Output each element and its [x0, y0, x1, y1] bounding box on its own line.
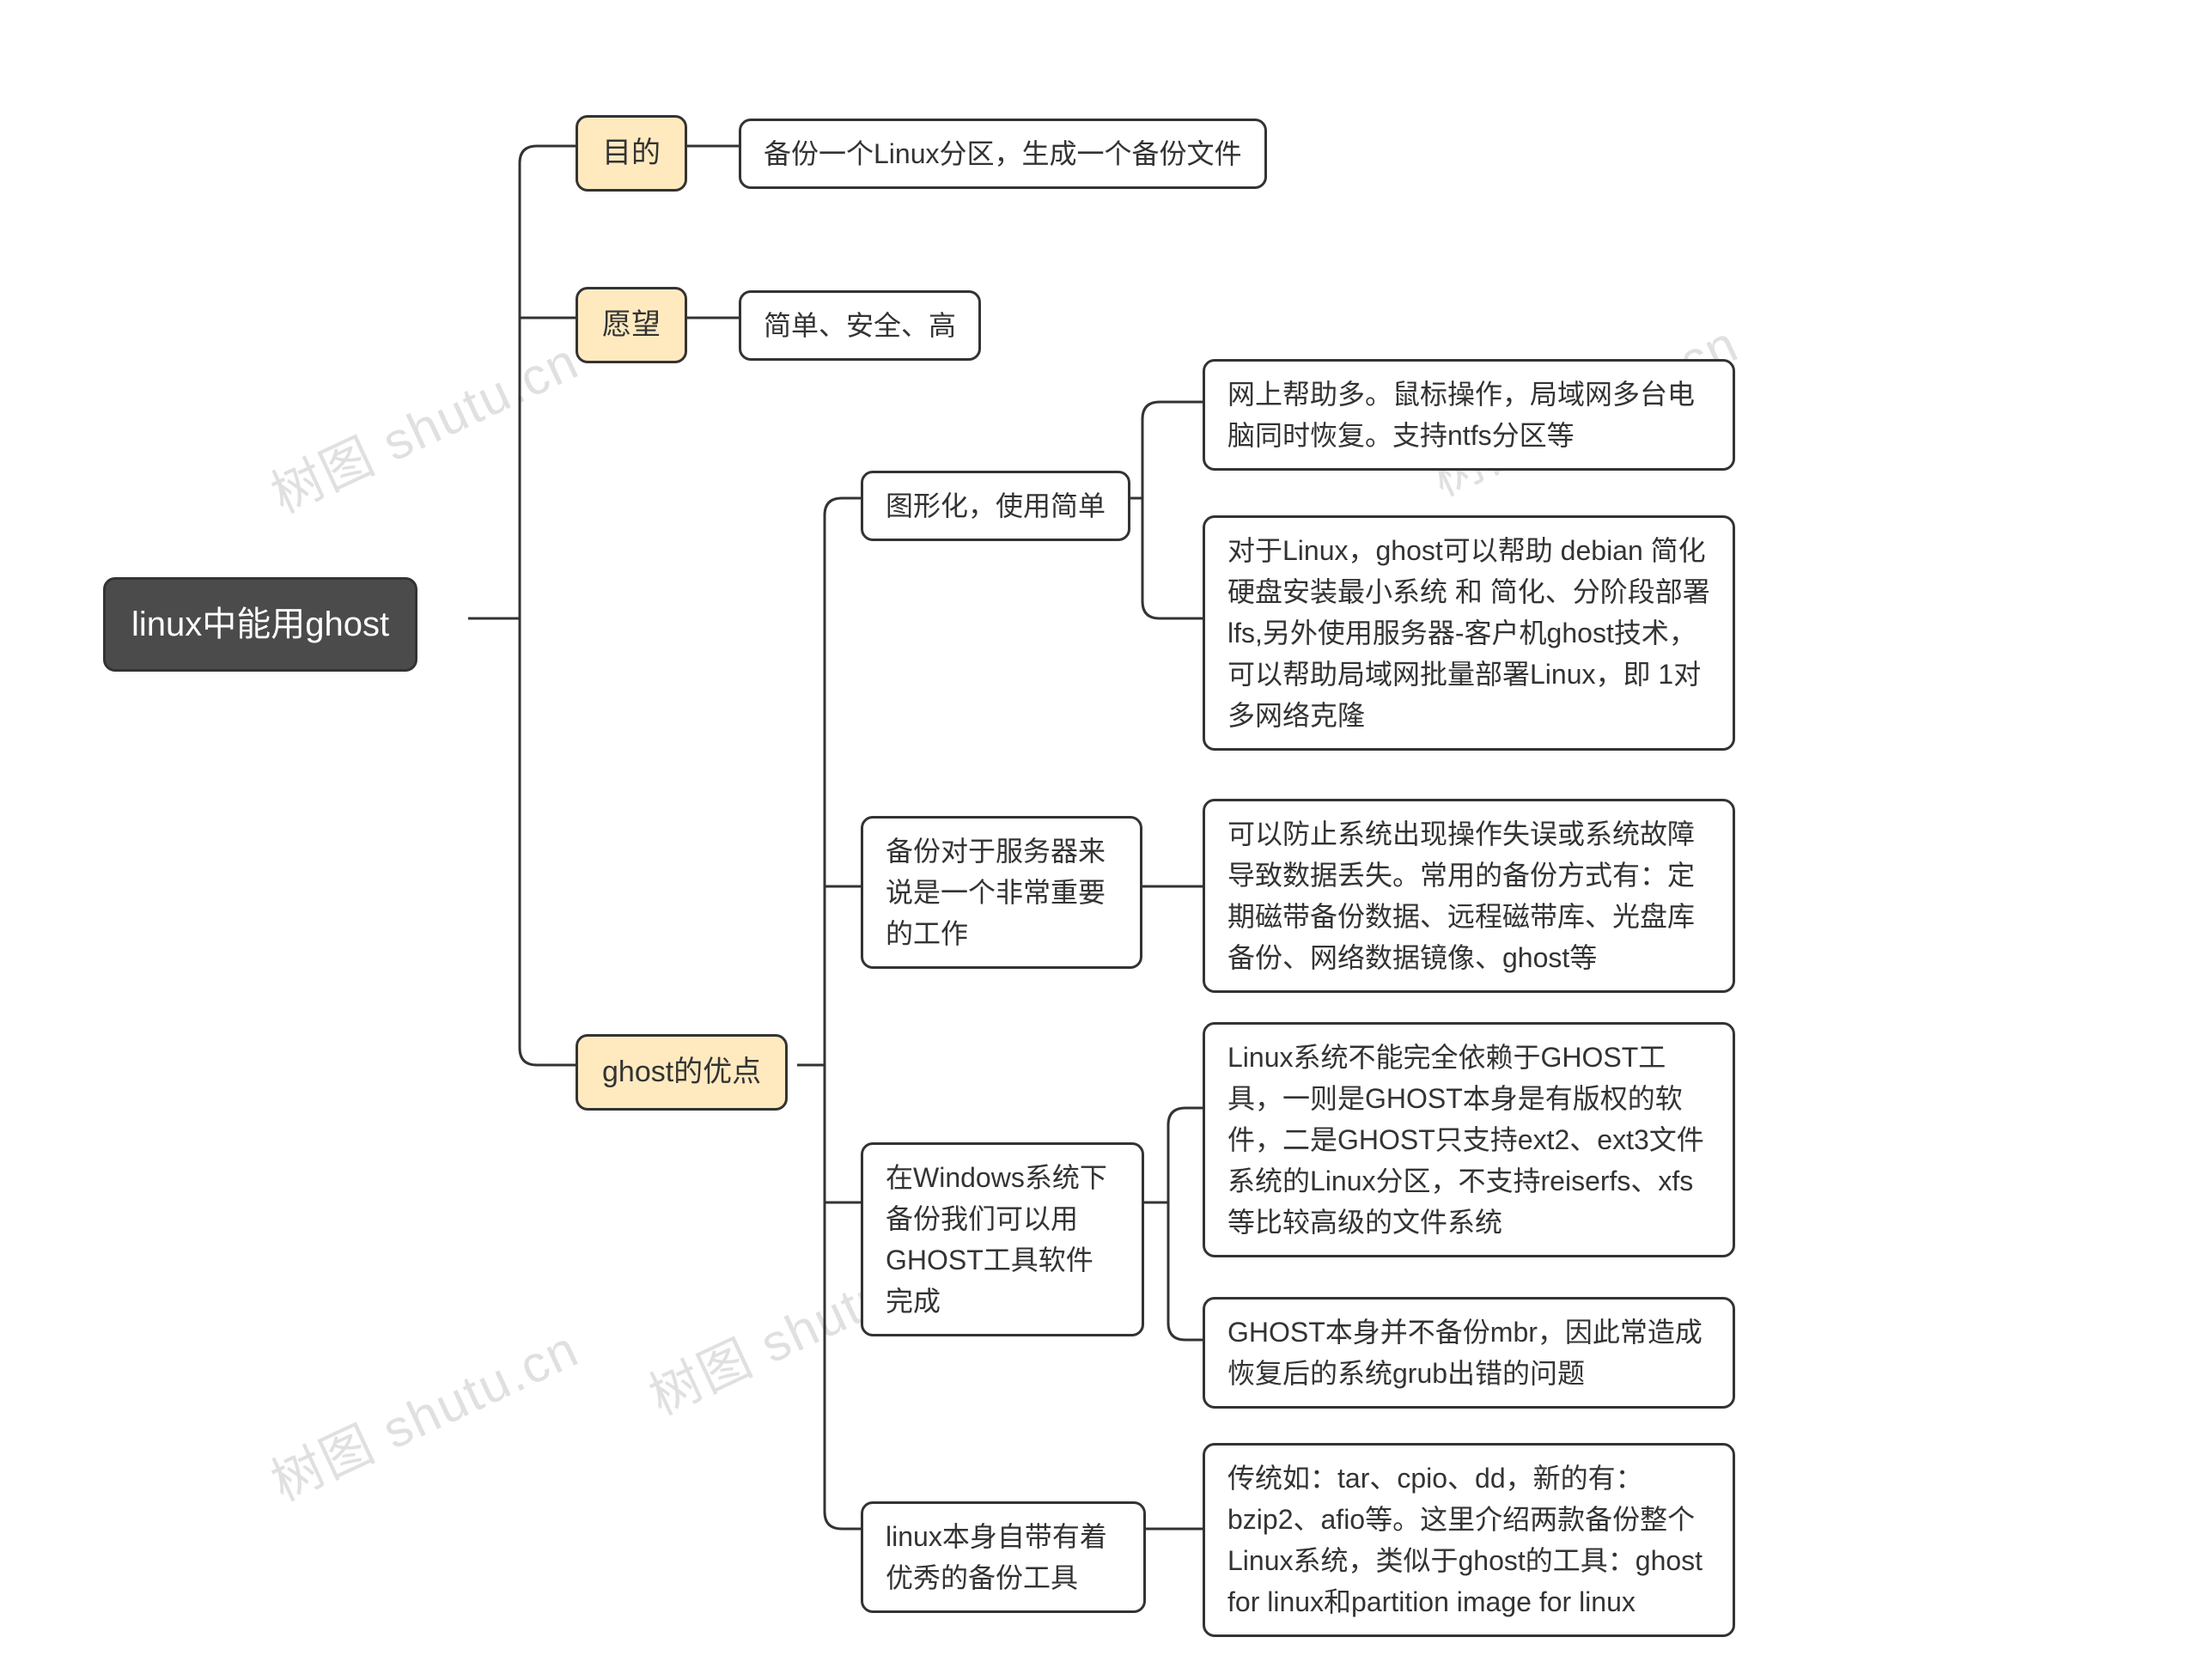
- node-linux-builtin[interactable]: linux本身自带有着优秀的备份工具: [861, 1501, 1146, 1613]
- branch-ghost-advantage[interactable]: ghost的优点: [576, 1034, 788, 1111]
- branch-purpose[interactable]: 目的: [576, 115, 687, 192]
- leaf-linux-builtin-1: 传统如：tar、cpio、dd，新的有：bzip2、afio等。这里介绍两款备份…: [1203, 1443, 1735, 1637]
- branch-wish[interactable]: 愿望: [576, 287, 687, 363]
- watermark: 树图 shutu.cn: [258, 1308, 589, 1516]
- watermark: 树图 shutu.cn: [258, 320, 589, 528]
- leaf-wish-detail: 简单、安全、高: [739, 290, 981, 361]
- leaf-windows-ghost-2: GHOST本身并不备份mbr，因此常造成恢复后的系统grub出错的问题: [1203, 1297, 1735, 1409]
- leaf-windows-ghost-1: Linux系统不能完全依赖于GHOST工具，一则是GHOST本身是有版权的软件，…: [1203, 1022, 1735, 1257]
- leaf-purpose-detail: 备份一个Linux分区，生成一个备份文件: [739, 119, 1267, 189]
- leaf-graphical-1: 网上帮助多。鼠标操作，局域网多台电脑同时恢复。支持ntfs分区等: [1203, 359, 1735, 471]
- node-graphical[interactable]: 图形化，使用简单: [861, 471, 1130, 541]
- node-windows-ghost[interactable]: 在Windows系统下备份我们可以用GHOST工具软件完成: [861, 1142, 1144, 1336]
- node-backup-important[interactable]: 备份对于服务器来说是一个非常重要的工作: [861, 816, 1142, 969]
- root-node[interactable]: linux中能用ghost: [103, 577, 417, 672]
- leaf-graphical-2: 对于Linux，ghost可以帮助 debian 简化硬盘安装最小系统 和 简化…: [1203, 515, 1735, 751]
- leaf-backup-important-1: 可以防止系统出现操作失误或系统故障导致数据丢失。常用的备份方式有：定期磁带备份数…: [1203, 799, 1735, 993]
